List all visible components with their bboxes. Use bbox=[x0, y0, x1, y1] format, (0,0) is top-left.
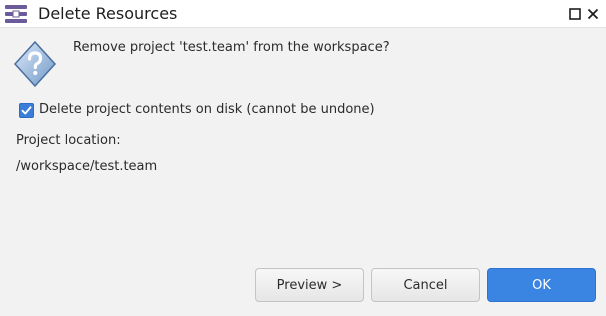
confirmation-message: Remove project 'test.team' from the work… bbox=[73, 40, 390, 55]
preview-button[interactable]: Preview > bbox=[255, 268, 364, 302]
question-icon bbox=[13, 40, 57, 88]
checkmark-icon bbox=[21, 105, 32, 114]
maximize-icon[interactable] bbox=[568, 7, 582, 21]
delete-contents-label[interactable]: Delete project contents on disk (cannot … bbox=[39, 101, 375, 119]
cancel-button[interactable]: Cancel bbox=[371, 268, 480, 302]
ok-button[interactable]: OK bbox=[487, 268, 596, 302]
window-title: Delete Resources bbox=[38, 4, 178, 23]
close-icon[interactable] bbox=[586, 7, 600, 21]
project-location-value: /workspace/test.team bbox=[16, 159, 158, 174]
app-icon bbox=[5, 5, 27, 23]
delete-resources-dialog: Delete Resources Remove project 'test.te… bbox=[0, 0, 606, 316]
project-location-label: Project location: bbox=[16, 133, 121, 148]
title-bar[interactable]: Delete Resources bbox=[0, 0, 606, 28]
delete-contents-checkbox[interactable] bbox=[19, 102, 34, 118]
delete-contents-checkbox-row[interactable]: Delete project contents on disk (cannot … bbox=[19, 101, 375, 119]
